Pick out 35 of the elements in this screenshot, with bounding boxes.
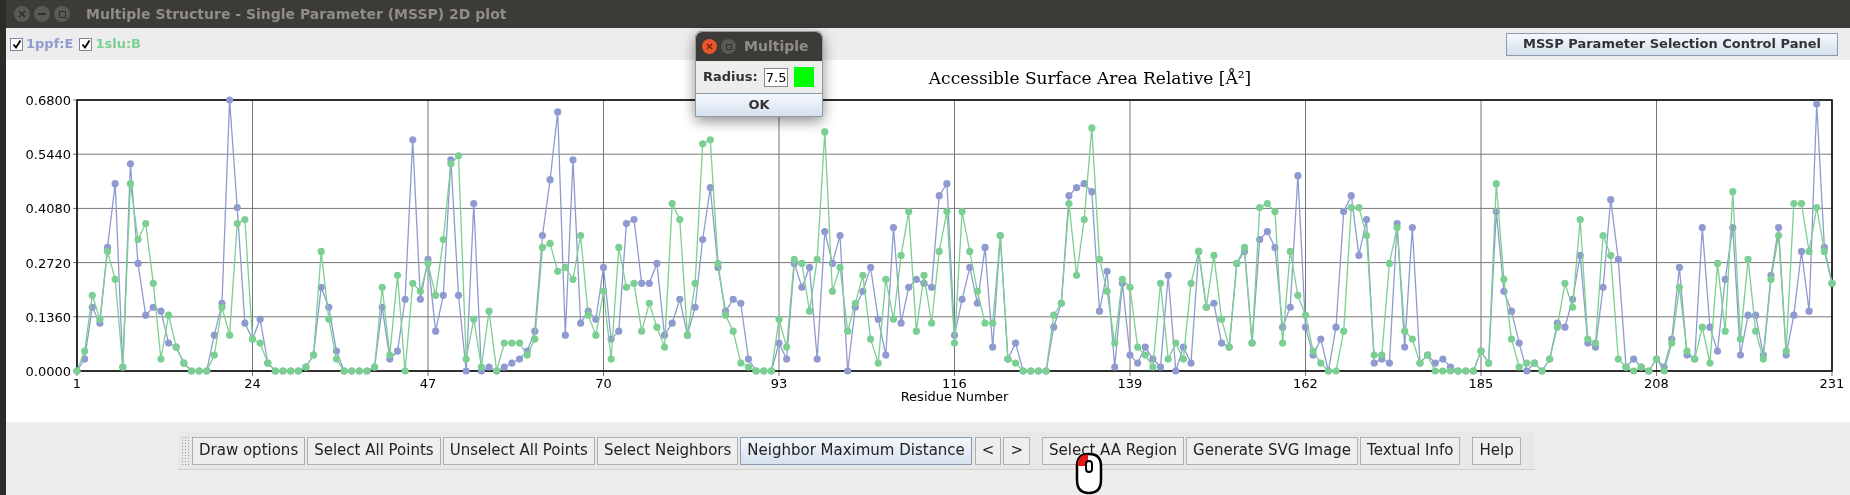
y-tick-label: 0.2720 — [25, 255, 71, 271]
y-tick-label: 0.1360 — [25, 309, 71, 325]
toolbar-button[interactable]: > — [1003, 436, 1030, 465]
y-tick-label: 0.6800 — [25, 93, 71, 108]
toolbar-button[interactable]: Generate SVG Image — [1186, 436, 1359, 465]
ok-button[interactable]: OK — [696, 93, 822, 116]
x-tick-label: 139 — [1117, 376, 1143, 391]
y-tick-label: 0.4080 — [25, 201, 71, 217]
toolbar-button[interactable]: Help — [1472, 436, 1521, 465]
control-panel-button[interactable]: MSSP Parameter Selection Control Panel — [1506, 32, 1838, 56]
toolbar-button[interactable]: Select Neighbors — [596, 436, 739, 465]
x-tick-label: 47 — [419, 376, 437, 391]
y-tick-label: 0.5440 — [25, 147, 71, 163]
dialog-title: Multiple — [744, 37, 809, 56]
toolbar-button[interactable]: Textual Info — [1360, 436, 1461, 465]
toolbar-button[interactable]: Neighbor Maximum Distance — [740, 436, 972, 465]
x-axis-label: Residue Number — [900, 389, 1009, 404]
window-title: Multiple Structure - Single Parameter (MSSP) 2D plot — [86, 4, 507, 24]
chart-title: Accessible Surface Area Relative [Å²] — [928, 68, 1252, 88]
toolbar-button[interactable]: < — [974, 436, 1002, 465]
x-tick-label: 162 — [1293, 376, 1318, 391]
x-tick-label: 208 — [1644, 376, 1669, 391]
x-tick-label: 24 — [244, 376, 261, 391]
radius-label: Radius: — [703, 68, 758, 87]
x-tick-label: 185 — [1468, 376, 1494, 391]
x-tick-label: 1 — [72, 376, 82, 391]
radius-field[interactable]: 7.5 — [763, 67, 788, 87]
toolbar-button[interactable]: Draw options — [192, 436, 306, 465]
x-tick-label: 70 — [595, 376, 612, 391]
x-tick-label: 93 — [770, 376, 788, 391]
toolbar-button[interactable]: Unselect All Points — [442, 436, 595, 465]
y-tick-label: 0.0000 — [25, 364, 71, 379]
x-tick-label: 231 — [1819, 376, 1845, 391]
x-tick-label: 116 — [942, 376, 967, 391]
toolbar-button[interactable]: Select All Points — [307, 436, 441, 465]
